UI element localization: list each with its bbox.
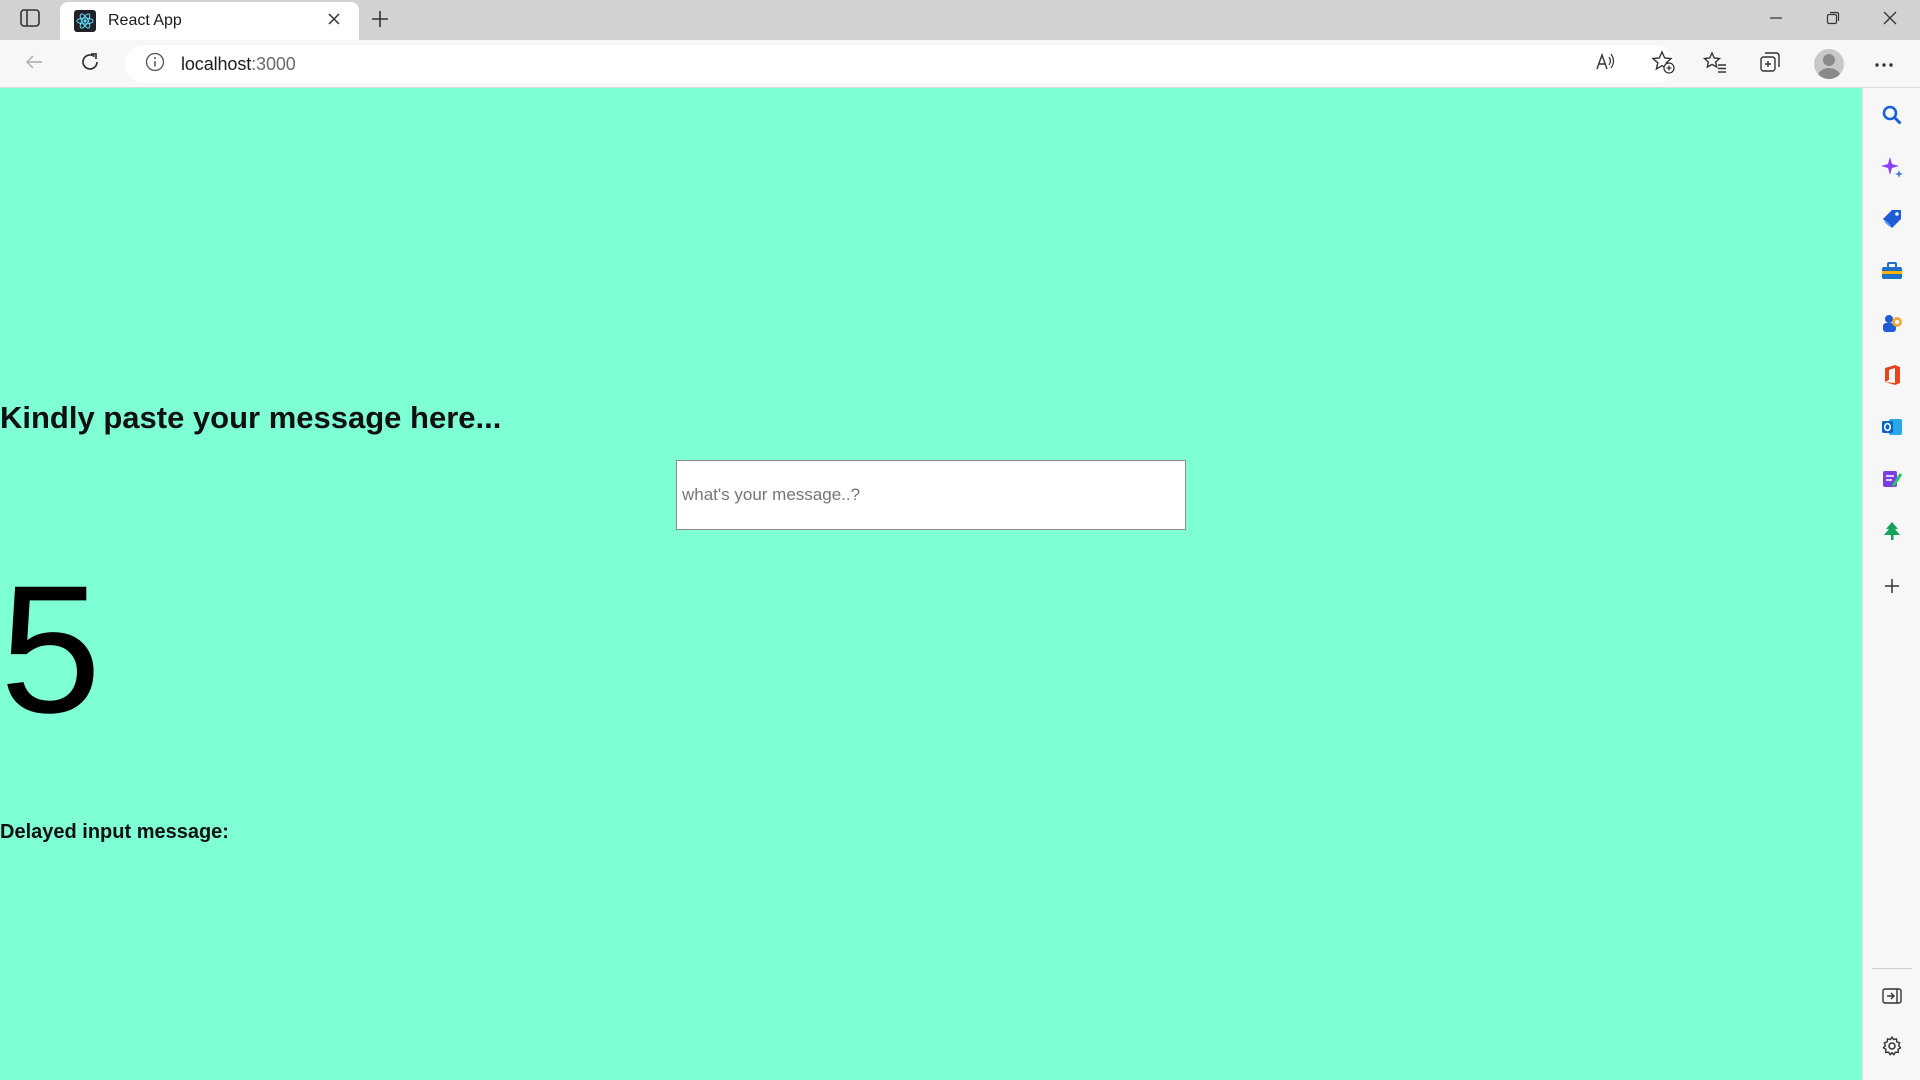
sidebar-outlook-button[interactable] <box>1877 414 1907 444</box>
message-input[interactable] <box>676 460 1186 530</box>
outlook-icon <box>1881 417 1903 442</box>
settings-icon <box>1881 1035 1903 1062</box>
info-icon[interactable] <box>145 52 165 77</box>
page-viewport: Kindly paste your message here... 5 Dela… <box>0 88 1862 1080</box>
sidebar-shopping-button[interactable] <box>1877 206 1907 236</box>
tab-title: React App <box>108 12 182 29</box>
browser-toolbar: localhost:3000 <box>0 40 1920 88</box>
add-favorite-button[interactable] <box>1647 48 1679 80</box>
shopping-icon <box>1881 208 1903 235</box>
star-add-icon <box>1651 49 1675 79</box>
games-icon <box>1881 312 1903 339</box>
sidebar-tools-button[interactable] <box>1877 258 1907 288</box>
copilot-icon <box>1880 155 1904 184</box>
address-bar[interactable]: localhost:3000 <box>125 45 1675 83</box>
react-logo-icon <box>74 10 96 32</box>
sidebar-add-button[interactable] <box>1877 573 1907 603</box>
url-host: localhost <box>181 53 252 74</box>
read-aloud-icon <box>1595 52 1617 77</box>
read-aloud-button[interactable] <box>1590 48 1622 80</box>
close-icon <box>327 12 341 31</box>
tree-icon <box>1881 520 1903 547</box>
more-button[interactable] <box>1868 48 1900 80</box>
new-tab-button[interactable] <box>366 7 394 35</box>
url-port: :3000 <box>251 53 296 74</box>
tab-actions-icon <box>20 8 40 32</box>
minimize-button[interactable] <box>1748 0 1804 40</box>
refresh-icon <box>79 51 101 78</box>
close-icon <box>1882 10 1898 31</box>
back-button[interactable] <box>18 48 50 80</box>
favorites-icon <box>1702 50 1727 78</box>
favorites-button[interactable] <box>1699 48 1731 80</box>
url-text[interactable]: localhost:3000 <box>181 54 296 75</box>
active-tab[interactable]: React App <box>60 2 359 40</box>
restore-icon <box>1826 11 1840 30</box>
search-icon <box>1881 104 1903 131</box>
settings-button[interactable] <box>1877 1033 1907 1063</box>
sidebar-games-button[interactable] <box>1877 310 1907 340</box>
minimize-icon <box>1769 11 1783 30</box>
back-arrow-icon <box>24 53 44 76</box>
page-heading: Kindly paste your message here... <box>0 400 502 435</box>
refresh-button[interactable] <box>74 48 106 80</box>
collections-icon <box>1759 51 1781 78</box>
plus-icon <box>371 10 389 33</box>
sidebar-tree-button[interactable] <box>1877 518 1907 548</box>
tab-close-button[interactable] <box>323 10 345 32</box>
hide-sidebar-button[interactable] <box>1877 983 1907 1013</box>
delayed-message-label: Delayed input message: <box>0 821 229 843</box>
designer-icon <box>1881 468 1903 495</box>
profile-avatar-icon[interactable] <box>1814 49 1844 79</box>
more-icon <box>1874 55 1894 73</box>
tab-actions-button[interactable] <box>14 8 46 32</box>
office-icon <box>1882 364 1902 391</box>
sidebar-designer-button[interactable] <box>1877 466 1907 496</box>
sidebar-search-button[interactable] <box>1877 102 1907 132</box>
edge-sidebar <box>1862 88 1920 1080</box>
sidebar-office-button[interactable] <box>1877 362 1907 392</box>
restore-button[interactable] <box>1805 0 1861 40</box>
collections-button[interactable] <box>1754 48 1786 80</box>
close-window-button[interactable] <box>1862 0 1918 40</box>
tools-icon <box>1881 261 1903 286</box>
add-icon <box>1883 577 1901 600</box>
countdown-number: 5 <box>0 547 102 751</box>
tab-strip: React App <box>0 0 1920 40</box>
hide-sidebar-icon <box>1882 987 1902 1010</box>
sidebar-divider <box>1872 968 1912 969</box>
sidebar-copilot-button[interactable] <box>1877 154 1907 184</box>
